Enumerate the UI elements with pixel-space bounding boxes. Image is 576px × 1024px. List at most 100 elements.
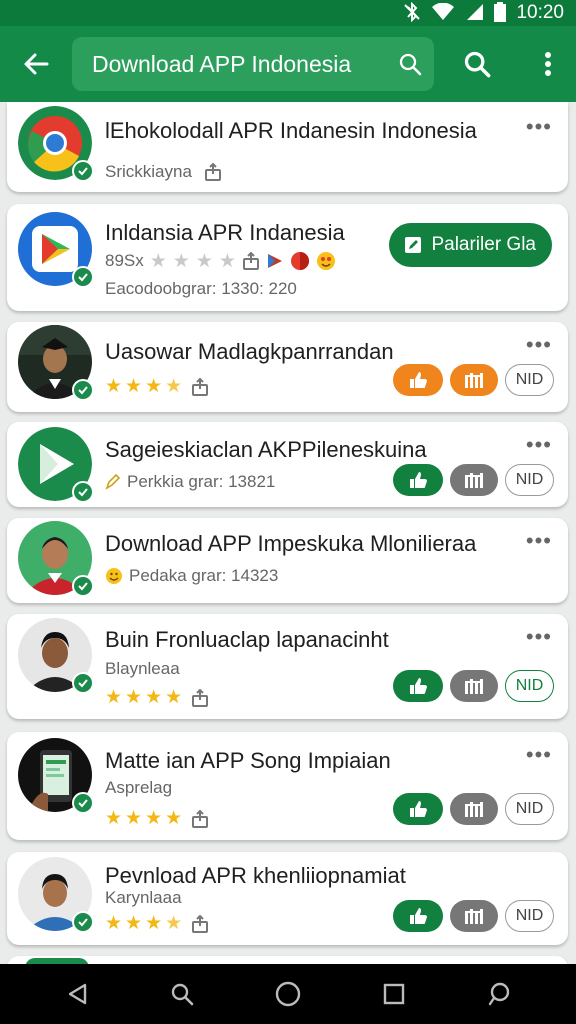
nid-button[interactable]: NID — [505, 793, 554, 825]
stats-button[interactable] — [450, 364, 498, 396]
list-item[interactable]: Buin Fronluaclap lapanacinht Blaynleaa ★… — [7, 614, 568, 719]
app-subtitle: Karynlaaa — [105, 888, 182, 907]
thumbs-up-icon — [410, 801, 427, 817]
list-item[interactable]: Download APP Impeskuka Mlonilieraa Pedak… — [7, 518, 568, 603]
action-buttons: NID — [393, 900, 554, 932]
share-icon[interactable] — [191, 688, 209, 707]
install-button[interactable]: Palariler Gla — [389, 223, 552, 267]
nav-search-button[interactable] — [162, 974, 202, 1014]
like-button[interactable] — [393, 900, 443, 932]
star-icon: ★ — [172, 250, 190, 272]
more-icon[interactable]: ••• — [526, 434, 552, 456]
more-icon[interactable]: ••• — [526, 744, 552, 766]
more-icon[interactable]: ••• — [526, 626, 552, 648]
nav-back-button[interactable] — [57, 974, 97, 1014]
star-icon: ★ — [125, 913, 143, 934]
nid-button[interactable]: NID — [505, 900, 554, 932]
app-icon — [18, 857, 94, 933]
stats-button[interactable] — [450, 670, 498, 702]
system-nav-bar — [0, 964, 576, 1024]
more-icon[interactable]: ••• — [526, 530, 552, 552]
more-vert-icon — [545, 52, 551, 76]
verified-badge-icon — [72, 911, 94, 933]
app-icon — [18, 618, 94, 694]
search-icon — [172, 983, 194, 1006]
rating-stars: ★ ★ ★ ★ — [105, 688, 209, 707]
more-icon[interactable]: ••• — [526, 334, 552, 356]
more-icon[interactable]: ••• — [526, 116, 552, 138]
more-options-button[interactable] — [520, 26, 576, 102]
install-button-label: Palariler Gla — [431, 234, 536, 255]
app-title: Inldansia APR Indanesia — [105, 220, 345, 245]
search-input[interactable] — [92, 50, 398, 78]
nid-button[interactable]: NID — [505, 364, 554, 396]
search-bar — [72, 37, 434, 91]
list-item[interactable] — [7, 956, 568, 964]
app-title: Uasowar Madlagkpanrrandan — [105, 339, 394, 364]
star-icon: ★ — [145, 376, 163, 397]
bars-icon — [465, 373, 483, 388]
stats-button[interactable] — [450, 793, 498, 825]
star-icon: ★ — [218, 250, 236, 272]
star-icon: ★ — [165, 808, 183, 829]
app-publisher: Srickkiayna — [105, 162, 192, 181]
share-icon[interactable] — [191, 914, 209, 933]
list-item[interactable]: Inldansia APR Indanesia 89Sx ★ ★ ★ ★ Eac… — [7, 204, 568, 311]
nav-assistant-button[interactable] — [479, 974, 519, 1014]
stats-button[interactable] — [450, 464, 498, 496]
recents-square-icon — [383, 983, 404, 1005]
like-button[interactable] — [393, 793, 443, 825]
app-icon — [18, 106, 94, 182]
share-icon[interactable] — [242, 252, 260, 270]
assistant-icon — [488, 982, 510, 1006]
nid-button[interactable]: NID — [505, 464, 554, 496]
star-icon: ★ — [195, 250, 213, 272]
nid-button[interactable]: NID — [505, 670, 554, 702]
list-item[interactable]: Uasowar Madlagkpanrrandan ★ ★ ★ ★ ••• NI… — [7, 322, 568, 412]
thumbs-up-icon — [410, 472, 427, 488]
app-title: Buin Fronluaclap lapanacinht — [105, 627, 389, 652]
action-buttons: NID — [393, 464, 554, 496]
app-subtitle: Perkkia grar: 13821 — [105, 472, 275, 492]
red-dot-icon — [290, 252, 309, 270]
status-time: 10:20 — [516, 2, 564, 23]
like-button[interactable] — [393, 670, 443, 702]
rating-stars: ★ ★ ★ ★ — [105, 914, 209, 933]
like-button[interactable] — [393, 364, 443, 396]
star-icon: ★ — [125, 376, 143, 397]
back-triangle-icon — [68, 983, 86, 1005]
nav-home-button[interactable] — [268, 974, 308, 1014]
app-subtitle: Srickkiayna — [105, 162, 222, 182]
smiley-icon — [106, 568, 122, 584]
thumbs-up-icon — [410, 908, 427, 924]
like-button[interactable] — [393, 464, 443, 496]
play-triangle-icon — [267, 254, 282, 268]
nav-recents-button[interactable] — [374, 974, 414, 1014]
home-circle-icon — [275, 981, 301, 1007]
emoji-icon — [316, 252, 335, 270]
list-item[interactable]: Pevnload APR khenliiopnamiat Karynlaaa ★… — [7, 852, 568, 945]
search-icon[interactable] — [398, 52, 422, 76]
app-downloads: Pedaka grar: 14323 — [129, 566, 279, 585]
star-icon: ★ — [105, 376, 123, 397]
bars-icon — [465, 473, 483, 488]
share-icon[interactable] — [204, 163, 222, 181]
app-subtitle: Pedaka grar: 14323 — [105, 566, 278, 586]
star-icon: ★ — [105, 913, 123, 934]
bars-icon — [465, 802, 483, 817]
star-icon: ★ — [145, 913, 163, 934]
list-item[interactable]: lEhokolodall APR Indanesin Indonesia Sri… — [7, 102, 568, 192]
star-icon: ★ — [125, 687, 143, 708]
edit-icon — [405, 237, 422, 253]
list-item[interactable]: Sageieskiaclan AKPPileneskuina Perkkia g… — [7, 422, 568, 507]
rating-stars: ★ ★ ★ ★ — [105, 377, 209, 396]
search-button[interactable] — [434, 26, 520, 102]
list-item[interactable]: Matte ian APP Song Impiaian Asprelag ★ ★… — [7, 732, 568, 840]
stats-button[interactable] — [450, 900, 498, 932]
share-icon[interactable] — [191, 809, 209, 828]
share-icon[interactable] — [191, 377, 209, 396]
signal-icon — [464, 3, 484, 24]
star-icon: ★ — [125, 808, 143, 829]
search-icon — [464, 51, 491, 78]
back-button[interactable] — [0, 26, 72, 102]
